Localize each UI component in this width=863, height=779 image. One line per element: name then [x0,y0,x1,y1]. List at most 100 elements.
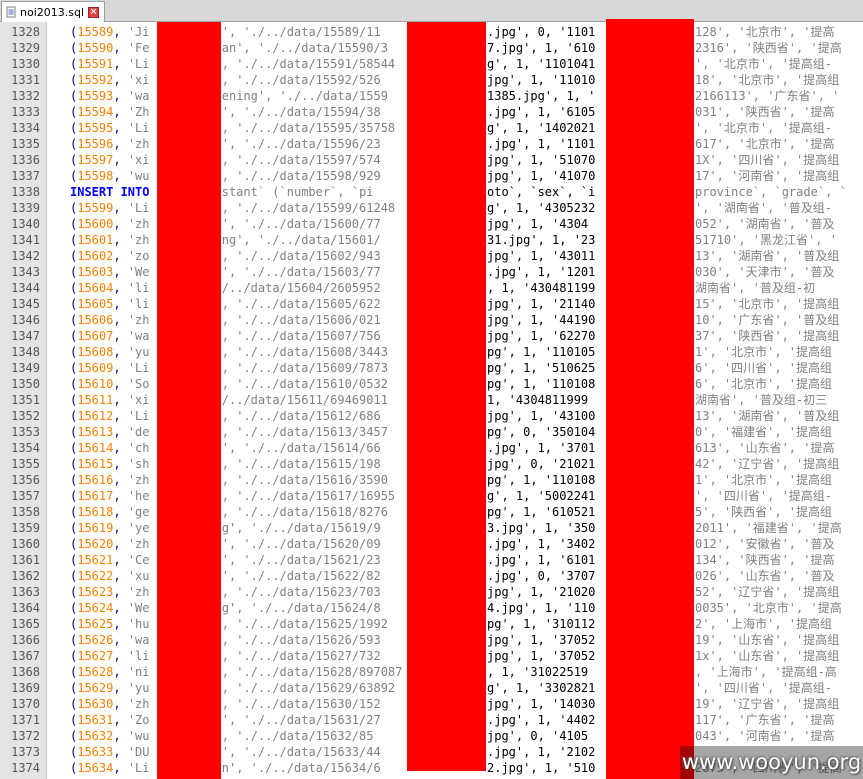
code-text: (15598, 'wu ', './../data/15598/929 [70,169,381,183]
code-text: (15620, 'zh g', './../data/15620/09 [70,537,381,551]
value-fragment: pg', 1, '310112 [487,617,596,631]
line-number: 1344 [11,281,40,295]
line-number: 1328 [11,25,40,39]
file-tab[interactable]: noi2013.sql × [1,1,105,22]
name-fragment: 'xi [127,393,150,407]
value-fragment: jpg', 0, '4105 [487,729,589,743]
record-id: 15629 [77,681,114,695]
value-fragment: , 1, '430481199 [487,281,596,295]
record-id: 15590 [77,41,114,55]
name-fragment: 'xi [127,73,150,87]
path-fragment: ng', './../data/15624/8 [214,601,381,615]
record-id: 15632 [77,729,114,743]
value-fragment: jpg', 1, '44190 [487,313,596,327]
name-fragment: 'sh [127,457,150,471]
record-id: 15607 [77,329,114,343]
path-fragment: n', './../data/15631/27 [214,713,381,727]
value-fragment: pg', 0, '350104 [487,425,596,439]
code-text: (15611, 'xi ./../data/15611/69469011 [70,393,388,407]
region-fragment: , '上海市', '提高组-高 [695,665,837,679]
value-fragment: 7.jpg', 1, '610 [487,41,596,55]
path-fragment: ', './../data/15602/943 [214,249,381,263]
path-fragment: ', './../data/15591/58544 [214,57,396,71]
region-fragment: 17', '河南省', '提高组 [695,169,840,183]
value-fragment: jpg', 1, '43100 [487,409,596,423]
code-text: (15634, 'Li en', './../data/15634/6 [70,761,381,775]
redaction-bar [157,22,221,779]
region-fragment: 13', '湖南省', '普及组 [695,409,840,423]
region-fragment: 52', '辽宁省', '提高组 [695,585,840,599]
line-number: 1360 [11,537,40,551]
path-fragment: ', './../data/15609/7873 [214,361,388,375]
close-icon[interactable]: × [88,6,100,18]
tab-label: noi2013.sql [20,5,85,19]
path-fragment: i', './../data/15589/11 [214,25,381,39]
path-fragment: ', './../data/15599/61248 [214,201,396,215]
record-id: 15592 [77,73,114,87]
value-fragment: .jpg', 1, '3701 [487,441,596,455]
region-fragment: 026', '山东省', '普及 [695,569,835,583]
line-number: 1339 [11,201,40,215]
sql-keyword: INSERT INTO [70,185,150,199]
path-fragment: ', './../data/15617/16955 [214,489,396,503]
value-fragment: jpg', 1, '43011 [487,249,596,263]
line-number: 1336 [11,153,40,167]
line-number: 1329 [11,41,40,55]
line-number: 1372 [11,729,40,743]
region-fragment: 2316', '陕西省', '提高 [695,41,842,55]
path-fragment: ', './../data/15630/152 [214,697,381,711]
path-fragment: ', './../data/15597/574 [214,153,381,167]
path-fragment: ', './../data/15618/8276 [214,505,388,519]
record-id: 15626 [77,633,114,647]
line-number: 1359 [11,521,40,535]
name-fragment: 'yu [127,345,150,359]
record-id: 15628 [77,665,114,679]
value-fragment: jpg', 1, '62270 [487,329,596,343]
path-fragment: ', './../data/15627/732 [214,649,381,663]
path-fragment: ', './../data/15595/35758 [214,121,396,135]
region-fragment: 19', '辽宁省', '提高组 [695,697,840,711]
path-fragment: o', './../data/15600/77 [214,217,381,231]
name-fragment: 'Zo [127,713,150,727]
name-fragment: 'ye [127,521,150,535]
code-text: (15601, 'zh eng', './../data/15601/ [70,233,381,247]
path-fragment: n', './../data/15622/82 [214,569,381,583]
line-number: 1353 [11,425,40,439]
value-fragment: g', 1, '5002241 [487,489,596,503]
path-fragment: ', './../data/15607/756 [214,329,381,343]
region-fragment: 043', '河南省', '提高 [695,729,835,743]
record-id: 15608 [77,345,114,359]
line-number: 1338 [11,185,40,199]
name-fragment: 'zh [127,585,150,599]
name-fragment: 'zh [127,537,150,551]
code-text: (15628, 'ni ', './../data/15628/897087 [70,665,403,679]
code-text: (15614, 'ch a', './../data/15614/66 [70,441,381,455]
path-fragment: ', './../data/15598/929 [214,169,381,183]
code-text: (15632, 'wu ', './../data/15632/85 [70,729,374,743]
name-fragment: 'zh [127,473,150,487]
line-number: 1371 [11,713,40,727]
value-fragment: .jpg', 1, '6105 [487,105,596,119]
record-id: 15617 [77,489,114,503]
region-fragment: 湖南省', '普及组-初三 [695,393,828,407]
value-fragment: g', 1, '4305232 [487,201,596,215]
region-fragment: 37', '陕西省', '提高组 [695,329,840,343]
value-fragment: .jpg', 1, '1101 [487,137,596,151]
line-number: 1340 [11,217,40,231]
value-fragment: 1385.jpg', 1, ' [487,89,596,103]
region-fragment: 117', '广东省', '提高 [695,713,835,727]
region-fragment: 613', '山东省', '提高 [695,441,835,455]
path-fragment: ', './../data/15612/686 [214,409,381,423]
region-fragment: 10', '广东省', '普及组 [695,313,840,327]
watermark: www.wooyun.org [680,746,863,779]
line-number: 1370 [11,697,40,711]
line-number: 1346 [11,313,40,327]
value-fragment: , 1, '31022519 [487,665,589,679]
value-fragment: pg', 1, '510625 [487,361,596,375]
region-fragment: ', '湖南省', '普及组- [695,201,833,215]
path-fragment: ', './../data/15606/021 [214,313,381,327]
value-fragment: jpg', 1, '21020 [487,585,596,599]
code-text: (15618, 'ge ', './../data/15618/8276 [70,505,388,519]
line-number: 1366 [11,633,40,647]
region-fragment: ', '北京市', '提高组- [695,121,833,135]
